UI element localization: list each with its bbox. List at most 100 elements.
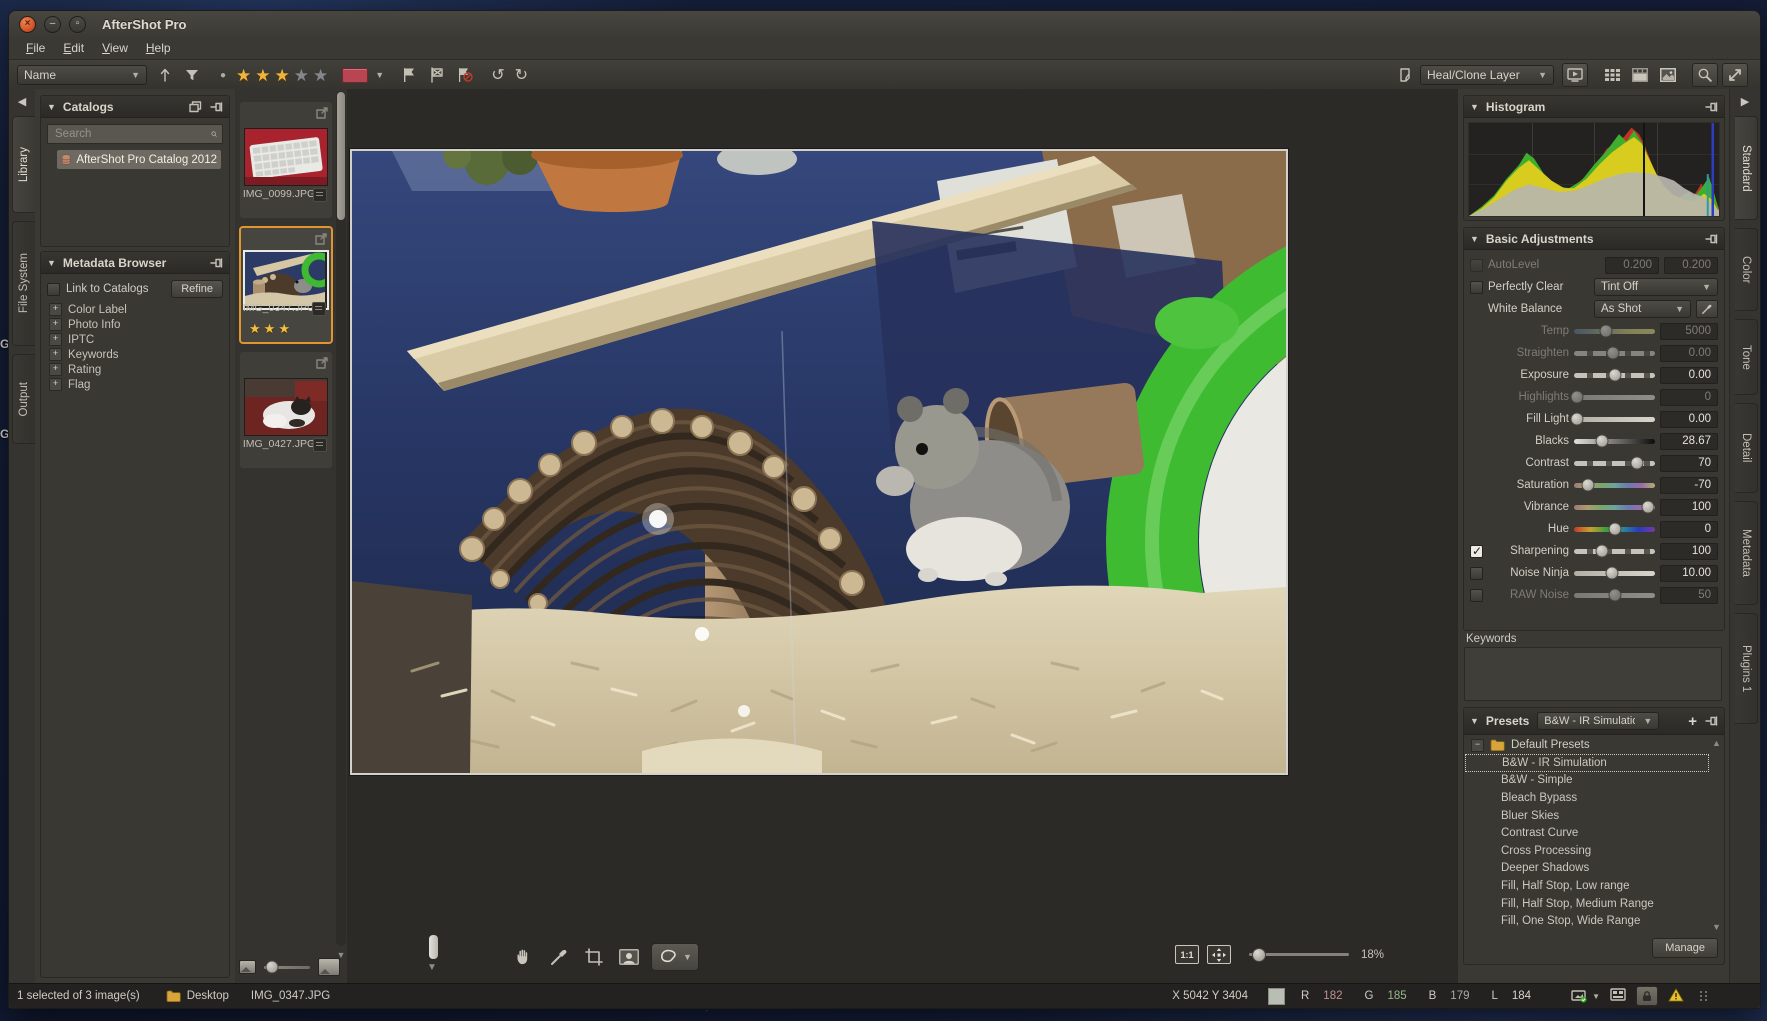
slider-checkbox[interactable]	[1470, 567, 1483, 580]
slider-value[interactable]: -70	[1660, 477, 1718, 494]
fullscreen-icon[interactable]	[1722, 63, 1748, 87]
menu-item[interactable]: File	[17, 39, 54, 57]
slider-thumb[interactable]	[1631, 457, 1644, 470]
slider-track[interactable]	[1574, 395, 1655, 400]
expand-plus-icon[interactable]: +	[49, 318, 62, 331]
catalog-item[interactable]: AfterShot Pro Catalog 2012	[57, 150, 221, 169]
grid-view-icon[interactable]	[1600, 64, 1624, 86]
proof-profile-button[interactable]: ▼	[1571, 990, 1600, 1003]
slider-thumb[interactable]	[1606, 347, 1619, 360]
star-icon[interactable]: ★	[236, 67, 251, 84]
preset-selector-dropdown[interactable]: B&W - IR Simulation▼	[1537, 712, 1659, 730]
preset-item[interactable]: Bluer Skies	[1465, 807, 1723, 825]
resize-grip[interactable]	[1700, 991, 1708, 1001]
flag-reject-icon[interactable]	[456, 66, 474, 84]
slider-value[interactable]: 0.00	[1660, 411, 1718, 428]
star-icon[interactable]: ★	[294, 67, 309, 84]
open-version-icon[interactable]	[315, 232, 327, 250]
panel-tab[interactable]: Tone	[1735, 319, 1758, 395]
slider-checkbox[interactable]	[1470, 545, 1483, 558]
pin-icon[interactable]	[1705, 716, 1718, 726]
rating-dot-icon[interactable]: ●	[220, 70, 226, 81]
thumbnail-cell[interactable]: IMG_0099.JPG	[239, 101, 333, 219]
metadata-tree-item[interactable]: + Rating	[41, 362, 229, 377]
open-version-icon[interactable]	[316, 106, 328, 124]
collapse-right-icon[interactable]: ▶	[1730, 89, 1760, 108]
panel-tab[interactable]: Standard	[1735, 116, 1758, 220]
menu-item[interactable]: Help	[137, 39, 180, 57]
pin-icon[interactable]	[1705, 234, 1718, 244]
maximize-button[interactable]: ▫	[69, 16, 86, 33]
panel-tab[interactable]: Color	[1735, 228, 1758, 311]
slider-thumb[interactable]	[1571, 413, 1584, 426]
expand-plus-icon[interactable]: +	[49, 303, 62, 316]
panel-tab[interactable]: Metadata	[1735, 501, 1758, 605]
preset-item[interactable]: Contrast Curve	[1465, 824, 1723, 842]
thumbnail-cell[interactable]: IMG_0427.JPG	[239, 351, 333, 469]
slider-value[interactable]: 0.00	[1660, 367, 1718, 384]
slider-track[interactable]	[1574, 549, 1655, 554]
thumbnail-image[interactable]	[243, 250, 329, 310]
add-preset-button[interactable]: +	[1688, 714, 1697, 729]
pin-icon[interactable]	[1705, 102, 1718, 112]
color-label-swatch[interactable]	[342, 68, 368, 83]
slider-thumb[interactable]	[1596, 545, 1609, 558]
new-catalog-icon[interactable]	[189, 101, 202, 113]
fit-to-screen-button[interactable]	[1207, 945, 1231, 964]
metadata-tree-item[interactable]: + Flag	[41, 377, 229, 392]
panel-tab[interactable]: Plugins 1	[1735, 613, 1758, 724]
eyedropper-tool[interactable]	[546, 944, 572, 970]
rotate-right-icon[interactable]: ↻	[515, 65, 528, 85]
preset-item[interactable]: Fill, Half Stop, Low range	[1465, 877, 1723, 895]
thumbnail-size-slider[interactable]	[264, 966, 310, 969]
expand-plus-icon[interactable]: +	[49, 378, 62, 391]
photo-canvas[interactable]	[350, 149, 1288, 775]
large-thumbnails-icon[interactable]	[318, 958, 340, 976]
slider-thumb[interactable]	[1606, 567, 1619, 580]
scroll-up-icon[interactable]: ▲	[1711, 738, 1722, 748]
keywords-input[interactable]	[1464, 647, 1722, 701]
collapse-left-icon[interactable]: ◀	[9, 89, 35, 108]
panel-tab[interactable]: File System	[12, 221, 35, 346]
sort-ascending-icon[interactable]	[157, 66, 173, 84]
scroll-down-icon[interactable]: ▼	[427, 962, 437, 973]
collapse-arrow-icon[interactable]: ▼	[1470, 102, 1479, 112]
slideshow-icon[interactable]	[1562, 63, 1588, 87]
star-icon[interactable]: ★	[275, 67, 290, 84]
expand-plus-icon[interactable]: +	[49, 348, 62, 361]
title-bar[interactable]: × – ▫ AfterShot Pro	[9, 11, 1760, 38]
panel-tab[interactable]: Library	[12, 116, 35, 213]
slider-value[interactable]: 50	[1660, 587, 1718, 604]
warning-icon[interactable]	[1668, 988, 1684, 1005]
thumbnail-cell[interactable]: IMG_0347.JPG ★★★	[239, 226, 333, 344]
layer-selector-dropdown[interactable]: Heal/Clone Layer▼	[1420, 65, 1554, 85]
expand-plus-icon[interactable]: +	[49, 363, 62, 376]
flag-icon[interactable]	[400, 66, 418, 84]
scroll-down-icon[interactable]: ▼	[1711, 922, 1722, 932]
red-eye-tool[interactable]	[616, 944, 642, 970]
slider-track[interactable]	[1574, 417, 1655, 422]
layer-icon[interactable]	[1397, 66, 1415, 84]
metadata-tree-item[interactable]: + Photo Info	[41, 317, 229, 332]
slider-track[interactable]	[1574, 571, 1655, 576]
metadata-tree-item[interactable]: + IPTC	[41, 332, 229, 347]
slider-thumb[interactable]	[1608, 523, 1621, 536]
filmstrip-view-icon[interactable]	[1628, 64, 1652, 86]
slider-checkbox[interactable]	[1470, 589, 1483, 602]
slider-value[interactable]: 100	[1660, 543, 1718, 560]
slider-thumb[interactable]	[1571, 391, 1584, 404]
slider-thumb[interactable]	[1596, 435, 1609, 448]
sort-dropdown[interactable]: Name▼	[17, 65, 147, 85]
panel-tab[interactable]: Detail	[1735, 403, 1758, 493]
perfectly-clear-checkbox[interactable]	[1470, 281, 1483, 294]
slider-track[interactable]	[1574, 439, 1655, 444]
preset-item[interactable]: Cross Processing	[1465, 842, 1723, 860]
collapse-arrow-icon[interactable]: ▼	[1470, 234, 1479, 244]
preset-scrollbar[interactable]: ▲ ▼	[1711, 738, 1722, 932]
autolevel-value-2[interactable]: 0.200	[1664, 257, 1718, 274]
collapse-arrow-icon[interactable]: ▼	[47, 258, 56, 268]
zoom-slider[interactable]	[1249, 953, 1349, 956]
slider-value[interactable]: 100	[1660, 499, 1718, 516]
slider-track[interactable]	[1574, 373, 1655, 378]
slider-thumb[interactable]	[1581, 479, 1594, 492]
